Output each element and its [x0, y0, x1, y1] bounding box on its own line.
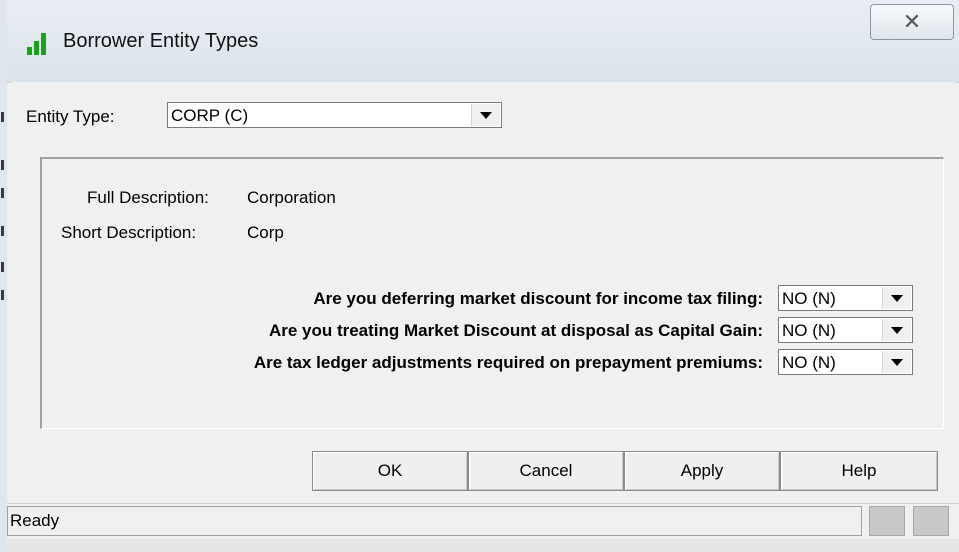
defer-market-discount-select[interactable]: NO (N) [778, 285, 913, 311]
dialog-body: Entity Type: CORP (C) Full Description: … [11, 82, 955, 502]
close-icon: ✕ [902, 9, 922, 34]
window-bottom-edge [7, 539, 959, 552]
bar-chart-icon [27, 33, 49, 55]
ok-button[interactable]: OK [312, 451, 468, 491]
entity-details-group: Full Description: Corporation Short Desc… [40, 157, 944, 429]
full-description-label: Full Description: [87, 188, 209, 207]
chevron-down-icon[interactable] [882, 287, 911, 309]
question-defer-market-discount: Are you deferring market discount for in… [313, 289, 763, 308]
full-description-value: Corporation [247, 188, 336, 207]
question-tax-ledger-adjustments: Are tax ledger adjustments required on p… [253, 353, 763, 372]
tax-ledger-adjustments-select[interactable]: NO (N) [778, 349, 913, 375]
entity-type-label: Entity Type: [26, 107, 115, 126]
entity-type-select[interactable]: CORP (C) [167, 102, 502, 128]
capital-gain-value: NO (N) [782, 321, 836, 340]
status-text: Ready [7, 506, 862, 536]
status-panel-1 [869, 506, 905, 536]
close-button[interactable]: ✕ [870, 4, 954, 40]
capital-gain-select[interactable]: NO (N) [778, 317, 913, 343]
status-panel-2 [913, 506, 949, 536]
short-description-value: Corp [247, 223, 284, 242]
cancel-button[interactable]: Cancel [468, 451, 624, 491]
window-title: Borrower Entity Types [63, 30, 259, 52]
entity-type-value: CORP (C) [171, 106, 249, 125]
status-bar: Ready [7, 503, 959, 540]
dialog-window: Borrower Entity Types ✕ Entity Type: COR… [7, 0, 959, 552]
chevron-down-icon[interactable] [882, 351, 911, 373]
tax-ledger-adjustments-value: NO (N) [782, 353, 836, 372]
help-button[interactable]: Help [780, 451, 938, 491]
apply-button[interactable]: Apply [624, 451, 780, 491]
chevron-down-icon[interactable] [471, 104, 500, 126]
short-description-label: Short Description: [61, 223, 197, 242]
defer-market-discount-value: NO (N) [782, 289, 836, 308]
chevron-down-icon[interactable] [882, 319, 911, 341]
question-capital-gain: Are you treating Market Discount at disp… [268, 321, 763, 340]
title-bar[interactable]: Borrower Entity Types ✕ [7, 0, 959, 83]
